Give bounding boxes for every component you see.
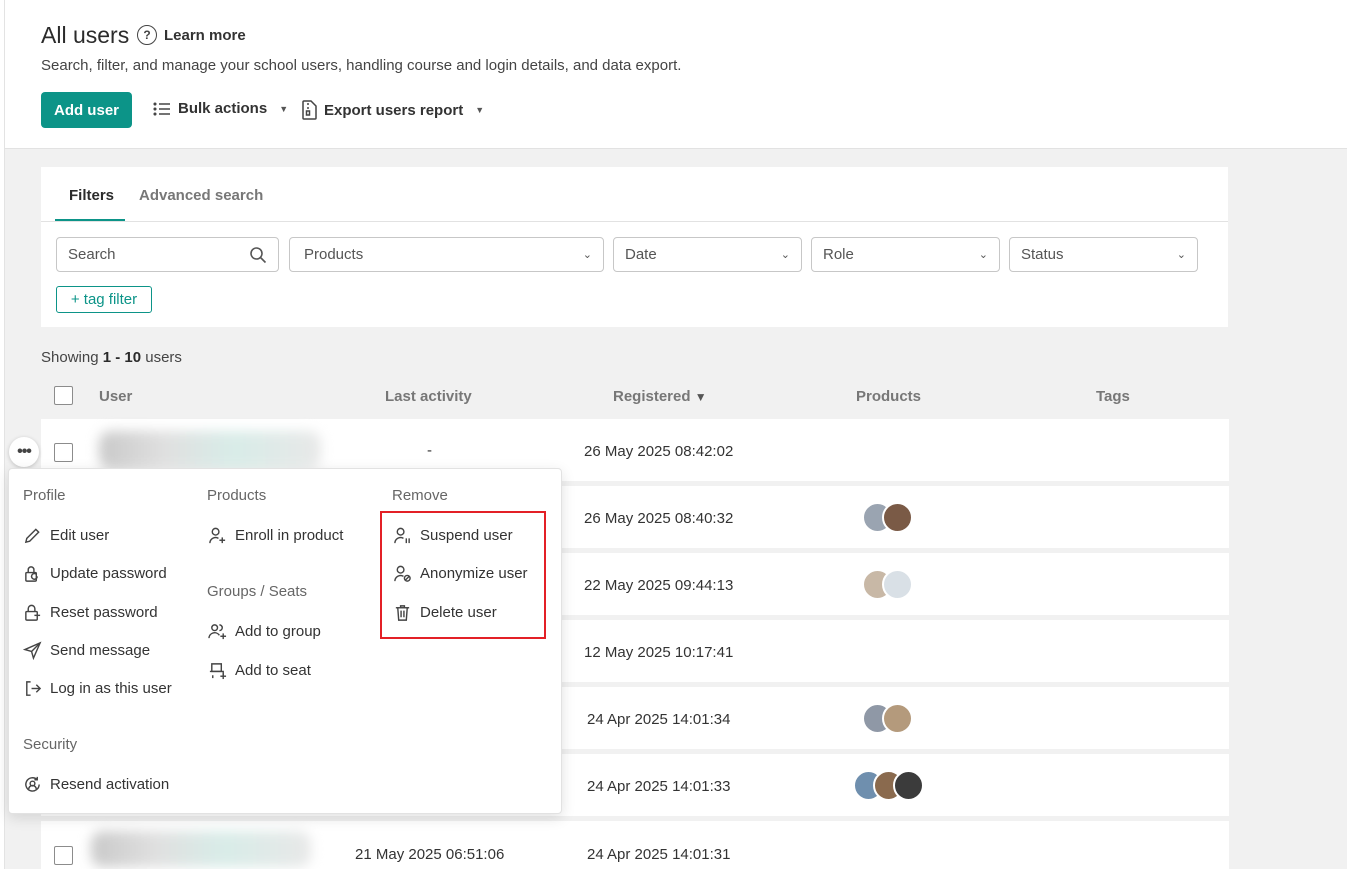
bulk-actions-label: Bulk actions (178, 100, 268, 117)
page-header: All users ? Learn more Search, filter, a… (5, 0, 1347, 149)
products-select[interactable]: Products ⌄ (289, 237, 604, 272)
column-header-user[interactable]: User (99, 388, 132, 405)
column-header-products[interactable]: Products (856, 388, 921, 405)
user-refresh-icon (25, 776, 40, 792)
column-header-registered[interactable]: Registered ▼ (613, 388, 707, 405)
registered-value: 24 Apr 2025 14:01:34 (587, 711, 731, 728)
update-password-item[interactable]: Update password (23, 564, 167, 583)
menu-section-security: Security (23, 736, 78, 753)
chevron-down-icon: ⌄ (978, 249, 988, 261)
page-subtitle: Search, filter, and manage your school u… (41, 57, 682, 74)
product-thumbnail (882, 502, 913, 533)
help-icon: ? (137, 25, 157, 45)
caret-down-icon: ▼ (279, 103, 289, 114)
learn-more-label: Learn more (164, 26, 246, 44)
edit-user-item[interactable]: Edit user (23, 526, 109, 545)
reset-password-item[interactable]: Reset password (23, 603, 158, 622)
product-thumbnail (882, 703, 913, 734)
registered-value: 26 May 2025 08:40:32 (584, 510, 734, 527)
registered-value: 12 May 2025 10:17:41 (584, 644, 734, 661)
add-to-group-item[interactable]: Add to group (208, 622, 321, 641)
column-header-last-activity[interactable]: Last activity (385, 388, 472, 405)
product-thumbnails (862, 703, 913, 734)
row-checkbox[interactable] (54, 443, 73, 462)
chevron-down-icon: ⌄ (780, 249, 790, 261)
user-avatar-name[interactable] (91, 831, 311, 867)
product-thumbnail (893, 770, 924, 801)
table-row[interactable]: 21 May 2025 06:51:06 24 Apr 2025 14:01:3… (41, 821, 1229, 869)
tab-filters[interactable]: Filters (69, 187, 114, 204)
menu-section-products: Products (207, 487, 267, 504)
send-message-item[interactable]: Send message (23, 641, 150, 660)
results-count: Showing 1 - 10 users (41, 349, 182, 366)
log-in-as-user-item[interactable]: Log in as this user (23, 679, 172, 698)
status-select[interactable]: Status ⌄ (1009, 237, 1198, 272)
registered-value: 22 May 2025 09:44:13 (584, 577, 734, 594)
chevron-down-icon: ⌄ (582, 249, 592, 261)
date-select-label: Date (625, 246, 657, 263)
product-thumbnails (862, 502, 913, 533)
select-all-checkbox[interactable] (54, 386, 73, 405)
registered-value: 24 Apr 2025 14:01:31 (587, 846, 731, 863)
product-thumbnails (862, 569, 913, 600)
export-users-report-button[interactable]: Export users report ▼ (301, 100, 484, 120)
resend-activation-item[interactable]: Resend activation (23, 775, 169, 794)
search-placeholder: Search (68, 246, 116, 263)
filter-tabs: Filters Advanced search (41, 167, 1228, 222)
tab-advanced-search[interactable]: Advanced search (139, 187, 263, 204)
last-activity-value: - (427, 442, 432, 459)
product-thumbnails (853, 770, 924, 801)
enroll-in-product-item[interactable]: Enroll in product (208, 526, 343, 545)
filters-panel: Filters Advanced search Search Products … (41, 167, 1228, 327)
sort-desc-icon: ▼ (694, 390, 707, 404)
users-add-icon (208, 624, 227, 640)
user-add-icon (209, 527, 226, 544)
row-actions-button[interactable]: ••• (9, 437, 39, 467)
add-to-seat-item[interactable]: Add to seat (208, 661, 311, 680)
registered-value: 24 Apr 2025 14:01:33 (587, 778, 731, 795)
active-tab-indicator (55, 219, 125, 221)
column-header-tags[interactable]: Tags (1096, 388, 1130, 405)
caret-down-icon: ▼ (475, 105, 485, 115)
registered-value: 26 May 2025 08:42:02 (584, 443, 734, 460)
pencil-icon (24, 528, 40, 544)
add-user-button[interactable]: Add user (41, 92, 132, 128)
user-avatar-name[interactable] (99, 431, 321, 469)
role-select-label: Role (823, 246, 854, 263)
chevron-down-icon: ⌄ (1176, 249, 1186, 261)
list-icon (153, 101, 170, 116)
menu-section-groups-seats: Groups / Seats (207, 583, 308, 600)
menu-section-profile: Profile (23, 487, 66, 504)
status-select-label: Status (1021, 246, 1064, 263)
zip-file-icon (302, 100, 317, 120)
products-select-label: Products (304, 246, 364, 263)
menu-section-remove: Remove (392, 487, 448, 504)
lock-reset-icon (25, 604, 41, 621)
search-input[interactable]: Search (56, 237, 279, 272)
lock-refresh-icon (25, 566, 38, 582)
search-icon (250, 246, 267, 263)
product-thumbnail (882, 569, 913, 600)
learn-more-link[interactable]: ? Learn more (137, 25, 246, 45)
bulk-actions-button[interactable]: Bulk actions ▼ (153, 100, 288, 117)
tag-filter-button[interactable]: + tag filter (56, 286, 152, 313)
remove-section-highlight (380, 511, 546, 639)
role-select[interactable]: Role ⌄ (811, 237, 1000, 272)
date-select[interactable]: Date ⌄ (613, 237, 802, 272)
user-actions-menu: Profile Edit user Update password Reset … (8, 468, 562, 814)
send-icon (23, 641, 42, 660)
seat-add-icon (209, 663, 227, 680)
row-checkbox[interactable] (54, 846, 73, 865)
export-users-report-label: Export users report (324, 101, 464, 119)
last-activity-value: 21 May 2025 06:51:06 (355, 846, 505, 863)
page-title: All users (41, 22, 130, 48)
login-icon (26, 681, 42, 696)
